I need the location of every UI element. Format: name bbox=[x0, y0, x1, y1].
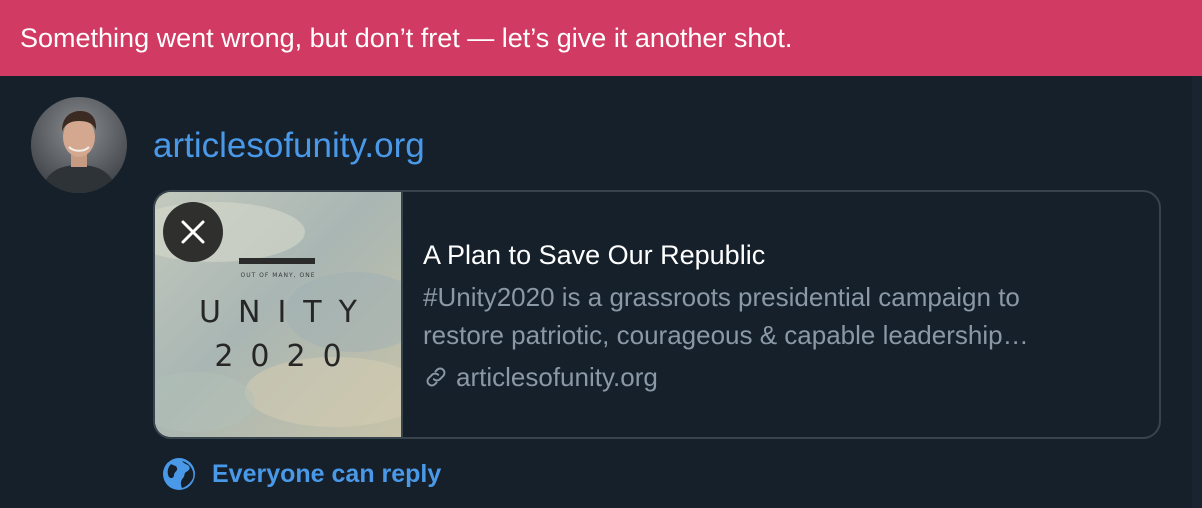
card-image-tagline: OUT OF MANY, ONE bbox=[240, 272, 316, 279]
reply-settings-label: Everyone can reply bbox=[212, 459, 442, 488]
card-body: A Plan to Save Our Republic #Unity2020 i… bbox=[423, 236, 1143, 396]
link-icon bbox=[426, 367, 446, 387]
card-image: OUT OF MANY, ONE UNITY 2020 bbox=[155, 192, 403, 437]
link-card[interactable]: OUT OF MANY, ONE UNITY 2020 A Plan to Sa… bbox=[153, 190, 1161, 439]
card-description-line: restore patriotic, courageous & capable … bbox=[423, 320, 1029, 350]
card-image-year: 2020 bbox=[214, 339, 359, 374]
close-icon bbox=[181, 220, 205, 244]
tweet-link[interactable]: articlesofunity.org bbox=[153, 122, 425, 170]
card-description-line: #Unity2020 is a grassroots presidential … bbox=[423, 282, 1020, 312]
card-domain: articlesofunity.org bbox=[456, 362, 658, 392]
card-description: #Unity2020 is a grassroots presidential … bbox=[423, 278, 1143, 354]
avatar-image bbox=[31, 97, 127, 193]
error-message: Something went wrong, but don’t fret — l… bbox=[20, 23, 793, 53]
card-image-bar bbox=[239, 258, 315, 264]
scrollbar[interactable] bbox=[1192, 76, 1202, 508]
reply-settings-button[interactable]: Everyone can reply bbox=[162, 456, 441, 492]
remove-card-button[interactable] bbox=[163, 202, 223, 262]
card-title: A Plan to Save Our Republic bbox=[423, 240, 766, 270]
error-banner: Something went wrong, but don’t fret — l… bbox=[0, 0, 1202, 76]
card-image-word: UNITY bbox=[199, 295, 374, 330]
card-domain-row: articlesofunity.org bbox=[423, 358, 1143, 396]
globe-icon bbox=[163, 458, 195, 490]
avatar[interactable] bbox=[31, 97, 127, 193]
